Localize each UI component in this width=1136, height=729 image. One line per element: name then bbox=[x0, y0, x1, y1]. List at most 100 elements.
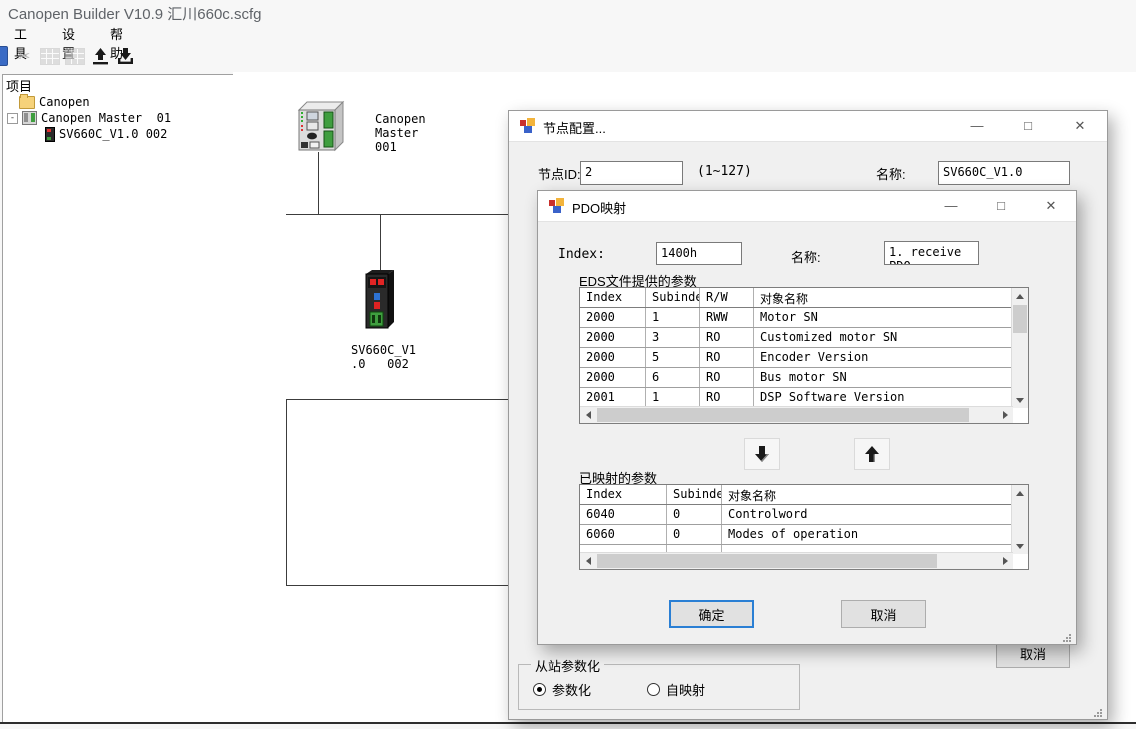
bottom-divider bbox=[0, 722, 1136, 724]
slave-parameterization-group: 从站参数化 参数化 自映射 bbox=[518, 664, 800, 710]
column-header[interactable]: 对象名称 bbox=[754, 288, 1012, 307]
table-row[interactable]: 60600Modes of operation bbox=[580, 525, 1012, 545]
map-down-button[interactable] bbox=[744, 438, 780, 470]
node-id-range: (1~127) bbox=[697, 164, 752, 179]
table-cell: 1 bbox=[646, 388, 700, 407]
table-row[interactable]: 60400Controlword bbox=[580, 505, 1012, 525]
node-dialog-titlebar[interactable]: 节点配置... — □ ✕ bbox=[509, 111, 1107, 142]
download-icon[interactable] bbox=[113, 44, 137, 68]
table-cell: 3 bbox=[646, 328, 700, 347]
master-device-label: Canopen Master 001 bbox=[375, 112, 426, 154]
column-header[interactable]: R/W bbox=[700, 288, 754, 307]
table-row[interactable]: 20006ROBus motor SN bbox=[580, 368, 1012, 388]
table-row[interactable]: 20003ROCustomized motor SN bbox=[580, 328, 1012, 348]
bus-drop-master bbox=[318, 152, 319, 214]
sv660c-device[interactable] bbox=[358, 268, 402, 337]
node-name-input[interactable]: SV660C_V1.0 bbox=[938, 161, 1070, 185]
table-cell: RO bbox=[700, 368, 754, 387]
vertical-scrollbar[interactable] bbox=[1011, 288, 1028, 408]
scrollbar-thumb[interactable] bbox=[597, 554, 937, 568]
tree-item-canopen[interactable]: Canopen bbox=[19, 94, 90, 110]
scroll-left-icon[interactable] bbox=[580, 407, 596, 423]
cut-icon[interactable]: ✂ bbox=[12, 44, 36, 68]
minimize-icon[interactable]: — bbox=[961, 115, 993, 137]
table-row[interactable]: 20005ROEncoder Version bbox=[580, 348, 1012, 368]
index-input[interactable]: 1400h bbox=[656, 242, 742, 265]
scroll-up-icon[interactable] bbox=[1012, 288, 1028, 304]
bus-drop-slave bbox=[380, 214, 381, 272]
collapse-icon[interactable]: - bbox=[7, 113, 18, 124]
close-icon[interactable]: ✕ bbox=[1035, 195, 1067, 217]
resize-grip[interactable] bbox=[1093, 705, 1103, 715]
copy-icon[interactable] bbox=[38, 44, 62, 68]
table-cell: RO bbox=[700, 328, 754, 347]
table-cell: 6060 bbox=[580, 525, 667, 544]
master-device-icon bbox=[22, 111, 37, 125]
table-cell: Modes of operation bbox=[722, 525, 1012, 544]
pdo-mapping-dialog: PDO映射 — □ ✕ Index: 1400h 名称: 1. receive … bbox=[537, 190, 1077, 645]
node-id-input[interactable]: 2 bbox=[580, 161, 683, 185]
table-cell: 0 bbox=[667, 505, 722, 524]
table-cell: Motor SN bbox=[754, 308, 1012, 327]
servo-device-icon bbox=[45, 127, 55, 142]
index-label: Index: bbox=[558, 247, 605, 262]
table-cell: Customized motor SN bbox=[754, 328, 1012, 347]
radio-selfmap[interactable]: 自映射 bbox=[647, 680, 705, 699]
slave-device-label: SV660C_V1 .0 002 bbox=[351, 343, 416, 371]
column-header[interactable]: Subinde bbox=[667, 485, 722, 504]
scroll-down-icon[interactable] bbox=[1012, 392, 1028, 408]
table-row[interactable]: 20001RWWMotor SN bbox=[580, 308, 1012, 328]
maximize-icon[interactable]: □ bbox=[985, 195, 1017, 217]
table-row[interactable]: 20011RODSP Software Version bbox=[580, 388, 1012, 408]
window-title: Canopen Builder V10.9 汇川660c.scfg bbox=[8, 3, 261, 24]
minimize-icon[interactable]: — bbox=[935, 195, 967, 217]
column-header[interactable]: Subinde bbox=[646, 288, 700, 307]
scrollbar-thumb[interactable] bbox=[597, 408, 969, 422]
horizontal-scrollbar[interactable] bbox=[580, 406, 1013, 423]
canopen-master-device[interactable] bbox=[293, 98, 347, 157]
scroll-right-icon[interactable] bbox=[997, 553, 1013, 569]
radio-parameterize[interactable]: 参数化 bbox=[533, 680, 591, 699]
eds-parameter-table: IndexSubindeR/W对象名称20001RWWMotor SN20003… bbox=[579, 287, 1029, 424]
save-icon[interactable] bbox=[0, 44, 10, 68]
ok-button[interactable]: 确定 bbox=[669, 600, 754, 628]
node-id-label: 节点ID: bbox=[538, 164, 581, 183]
pdo-name-input[interactable]: 1. receive PDO bbox=[884, 241, 979, 265]
table-cell: Encoder Version bbox=[754, 348, 1012, 367]
scrollbar-thumb[interactable] bbox=[1013, 305, 1027, 333]
scroll-left-icon[interactable] bbox=[580, 553, 596, 569]
close-icon[interactable]: ✕ bbox=[1064, 115, 1096, 137]
paste-icon[interactable] bbox=[63, 44, 87, 68]
pdo-dialog-titlebar[interactable]: PDO映射 — □ ✕ bbox=[538, 191, 1076, 222]
radio-selected-icon bbox=[533, 683, 546, 696]
table-cell: RO bbox=[700, 348, 754, 367]
arrow-up-icon bbox=[862, 444, 882, 464]
table-cell: DSP Software Version bbox=[754, 388, 1012, 407]
scroll-up-icon[interactable] bbox=[1012, 485, 1028, 501]
map-up-button[interactable] bbox=[854, 438, 890, 470]
table-cell: Bus motor SN bbox=[754, 368, 1012, 387]
selection-rectangle bbox=[286, 399, 528, 586]
horizontal-scrollbar[interactable] bbox=[580, 552, 1013, 569]
scroll-down-icon[interactable] bbox=[1012, 538, 1028, 554]
upload-icon[interactable] bbox=[88, 44, 112, 68]
pdo-dialog-title: PDO映射 bbox=[572, 198, 626, 217]
table-cell: 5 bbox=[646, 348, 700, 367]
table-cell: 2000 bbox=[580, 328, 646, 347]
table-cell: 0 bbox=[667, 525, 722, 544]
tree-item-master[interactable]: - Canopen Master 01 bbox=[7, 110, 171, 126]
radio-unselected-icon bbox=[647, 683, 660, 696]
column-header[interactable]: Index bbox=[580, 288, 646, 307]
tree-item-slave[interactable]: SV660C_V1.0 002 bbox=[45, 126, 167, 142]
group-label: 从站参数化 bbox=[531, 656, 604, 675]
folder-icon bbox=[19, 96, 35, 109]
maximize-icon[interactable]: □ bbox=[1012, 115, 1044, 137]
resize-grip[interactable] bbox=[1062, 630, 1072, 640]
cancel-button[interactable]: 取消 bbox=[841, 600, 926, 628]
column-header[interactable]: 对象名称 bbox=[722, 485, 1012, 504]
column-header[interactable]: Index bbox=[580, 485, 667, 504]
vertical-scrollbar[interactable] bbox=[1011, 485, 1028, 554]
scroll-right-icon[interactable] bbox=[997, 407, 1013, 423]
winforms-app-icon bbox=[519, 118, 535, 134]
bus-line bbox=[286, 214, 512, 215]
